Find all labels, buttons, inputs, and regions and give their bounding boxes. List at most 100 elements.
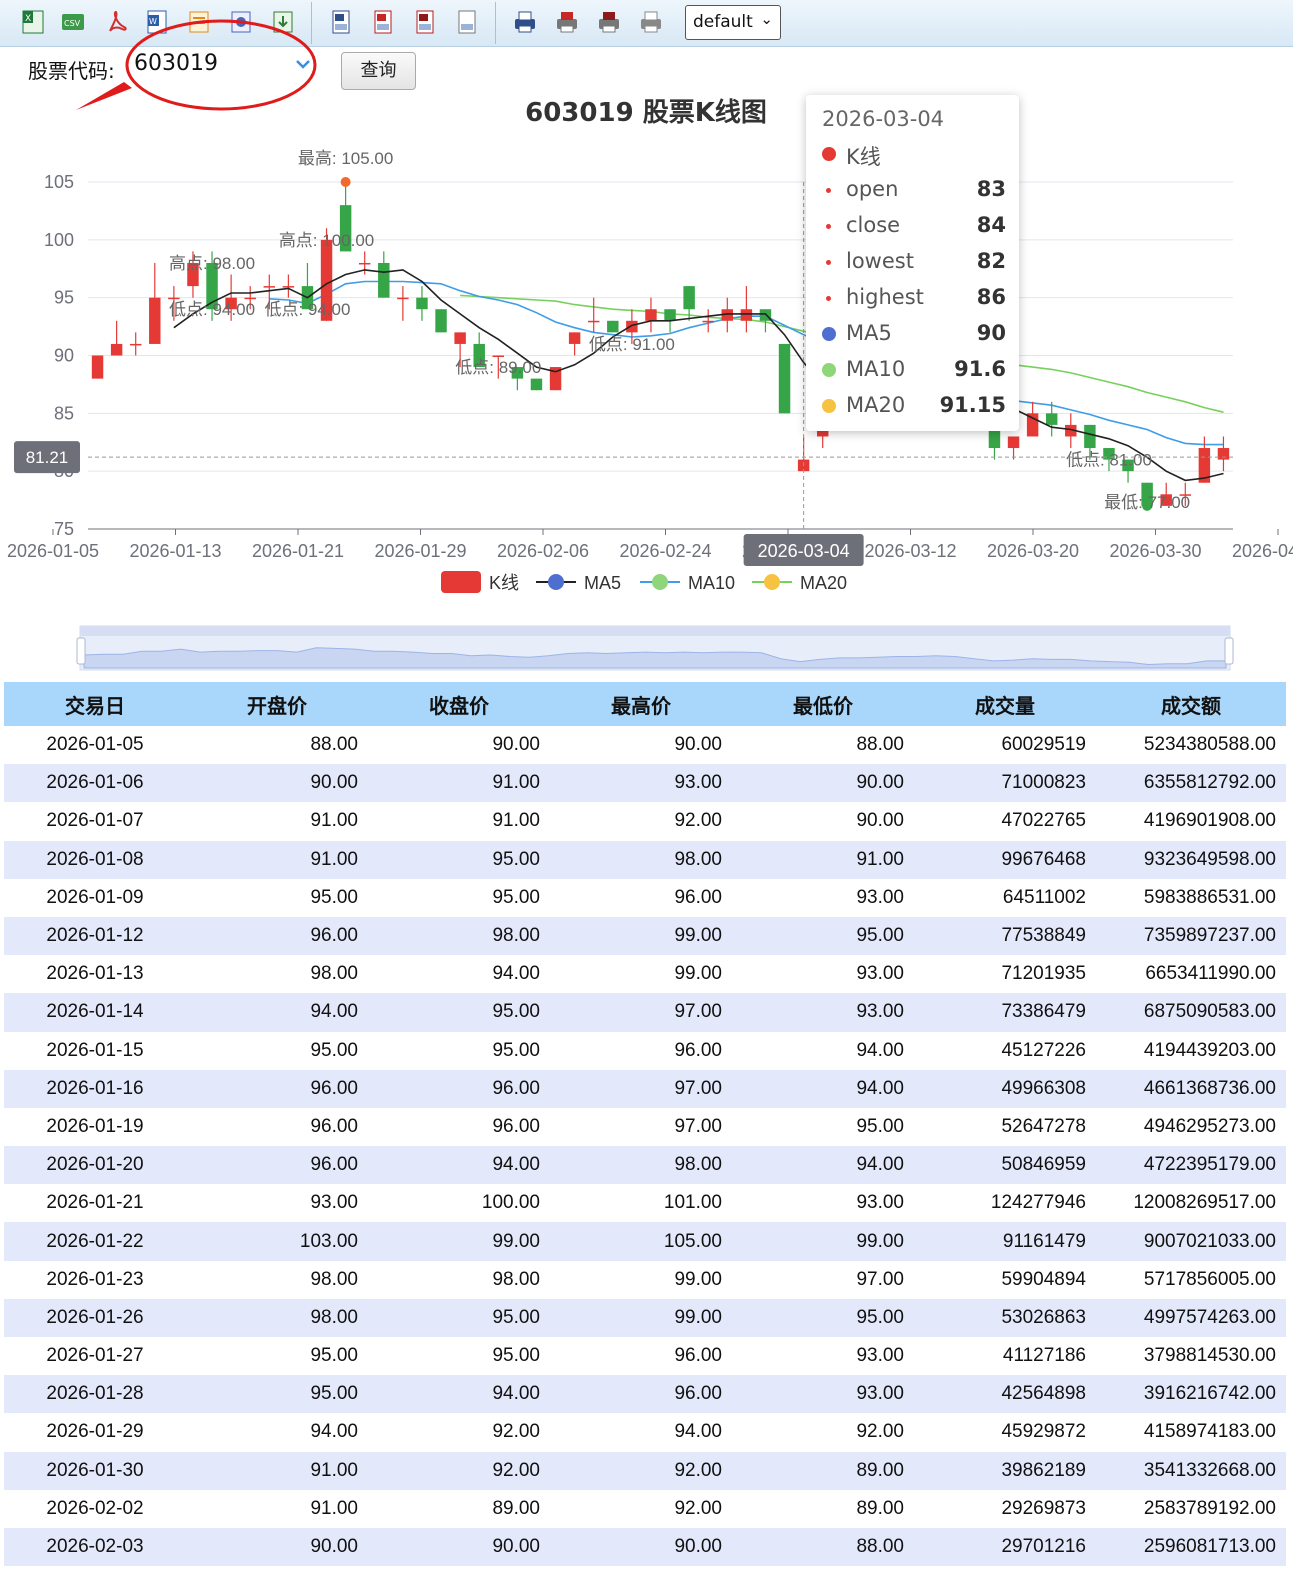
tooltip-row-name: MA5 — [846, 321, 892, 345]
table-cell: 93.00 — [732, 993, 914, 1032]
candle-body — [435, 309, 447, 333]
print-preview-a-icon[interactable] — [328, 9, 354, 35]
table-row[interactable]: 2026-02-03 90.00 90.00 90.00 88.00 29701216 25… — [4, 1527, 1286, 1567]
html-export-icon[interactable] — [186, 9, 212, 35]
excel-export-icon[interactable]: X — [20, 9, 46, 35]
column-header[interactable]: 最低价 — [732, 682, 914, 726]
candle-body — [129, 343, 142, 346]
column-header[interactable]: 最高价 — [550, 682, 732, 726]
table-row[interactable]: 2026-01-27 95.00 95.00 96.00 93.00 41127186 37… — [4, 1337, 1286, 1375]
kline-data-table: 交易日 开盘价 收盘价 最高价 最低价 成交量 成交额 2026-01-05 88… — [4, 682, 1286, 1567]
text-export-icon[interactable] — [228, 9, 254, 35]
table-row[interactable]: 2026-01-29 94.00 92.00 94.00 92.00 45929872 41… — [4, 1413, 1286, 1451]
print-preview-b-icon[interactable] — [370, 9, 396, 35]
table-row[interactable]: 2026-01-07 91.00 91.00 92.00 90.00 47022765 41… — [4, 802, 1286, 840]
pdf-export-icon[interactable] — [104, 9, 130, 35]
chart-tooltip: 2026-03-04 K线 open 83 close 84 lowest 82 hi… — [806, 95, 1019, 431]
table-cell: 91.00 — [310, 1497, 358, 1519]
table-row[interactable]: 2026-01-20 96.00 94.00 98.00 94.00 50846959 47… — [4, 1146, 1286, 1185]
table-cell: 2026-02-03 — [4, 1527, 186, 1567]
print-b-icon[interactable] — [554, 9, 580, 35]
x-tick-label: 2026-01-21 — [252, 541, 344, 561]
table-cell: 90.00 — [368, 1527, 550, 1567]
datazoom-left-handle[interactable] — [76, 637, 86, 665]
tooltip-row-value: 86 — [976, 285, 1006, 309]
print-a-icon[interactable] — [512, 9, 538, 35]
table-row[interactable]: 2026-01-05 88.00 90.00 90.00 88.00 60029519 52… — [4, 726, 1286, 764]
print-preview-d-icon[interactable] — [454, 9, 480, 35]
candle-body — [530, 378, 543, 391]
table-row[interactable]: 2026-01-21 93.00 100.00 101.00 93.00 12427794… — [4, 1184, 1286, 1222]
table-row[interactable]: 2026-01-12 96.00 98.00 99.00 95.00 77538849 73… — [4, 916, 1286, 956]
csv-export-icon[interactable]: CSV — [60, 9, 86, 35]
table-cell: 99.00 — [674, 963, 722, 985]
candle-body — [378, 262, 390, 298]
kline-chart[interactable]: 603019 股票K线图75808590951001052026-01-0520… — [0, 92, 1293, 682]
table-cell: 95.00 — [310, 886, 358, 908]
table-cell: 99.00 — [732, 1222, 914, 1261]
datazoom-right-handle[interactable] — [1224, 637, 1234, 665]
table-cell: 97.00 — [674, 1115, 722, 1137]
table-cell: 41127186 — [1002, 1345, 1086, 1367]
column-header[interactable]: 交易日 — [4, 682, 186, 726]
stock-code-combobox[interactable]: 603019 — [134, 49, 316, 79]
candle-body — [454, 332, 466, 344]
table-row[interactable]: 2026-01-08 91.00 95.00 98.00 91.00 99676468 93… — [4, 840, 1286, 879]
print-preview-c-icon[interactable] — [412, 9, 438, 35]
table-cell: 91.00 — [732, 840, 914, 879]
tooltip-row-value: 90 — [976, 321, 1006, 345]
candle-body — [683, 286, 695, 310]
print-c-icon[interactable] — [596, 9, 622, 35]
print-d-icon[interactable] — [638, 9, 664, 35]
candle-body — [607, 320, 619, 333]
table-cell: 4661368736.00 — [1096, 1069, 1286, 1108]
table-row[interactable]: 2026-01-19 96.00 96.00 97.00 95.00 52647278 49… — [4, 1108, 1286, 1146]
table-row[interactable]: 2026-01-09 95.00 95.00 96.00 93.00 64511002 59… — [4, 879, 1286, 917]
table-row[interactable]: 2026-01-16 96.00 96.00 97.00 94.00 49966308 46… — [4, 1069, 1286, 1108]
table-row[interactable]: 2026-01-06 90.00 91.00 93.00 90.00 71000823 63… — [4, 764, 1286, 803]
dropdown-arrow-icon[interactable] — [290, 51, 316, 77]
word-export-icon[interactable]: W — [144, 9, 170, 35]
table-cell: 60029519 — [1001, 734, 1086, 756]
table-row[interactable]: 2026-02-02 91.00 89.00 92.00 89.00 29269873 25… — [4, 1490, 1286, 1528]
x-tick-label: 2026-02-06 — [497, 541, 589, 561]
table-row[interactable]: 2026-01-23 98.00 98.00 99.00 97.00 59904894 57… — [4, 1261, 1286, 1299]
tooltip-row-name: highest — [846, 285, 924, 309]
table-cell: 90.00 — [186, 764, 368, 803]
table-row[interactable]: 2026-01-30 91.00 92.00 92.00 89.00 39862189 35… — [4, 1451, 1286, 1490]
table-cell: 71201935 — [1001, 963, 1086, 985]
legend-label: MA10 — [688, 573, 735, 593]
table-cell: 53026863 — [914, 1298, 1096, 1337]
table-cell: 95.00 — [732, 1298, 914, 1337]
column-header[interactable]: 开盘价 — [186, 682, 368, 726]
theme-select[interactable]: default ⌄ — [685, 5, 781, 40]
table-row[interactable]: 2026-01-22 103.00 99.00 105.00 99.00 91161479… — [4, 1222, 1286, 1261]
column-header[interactable]: 成交量 — [914, 682, 1096, 726]
table-row[interactable]: 2026-01-13 98.00 94.00 99.00 93.00 71201935 66… — [4, 955, 1286, 993]
table-cell: 99.00 — [550, 1298, 732, 1337]
table-row[interactable]: 2026-01-26 98.00 95.00 99.00 95.00 53026863 49… — [4, 1298, 1286, 1337]
table-row[interactable]: 2026-01-14 94.00 95.00 97.00 93.00 73386479 68… — [4, 993, 1286, 1032]
low-point-label: 低点: 91.00 — [589, 335, 675, 354]
stock-code-value[interactable]: 603019 — [134, 51, 218, 76]
candle-body — [91, 355, 104, 379]
download-export-icon[interactable] — [270, 9, 296, 35]
table-cell: 98.00 — [550, 1146, 732, 1185]
table-cell: 90.00 — [856, 810, 904, 832]
table-cell: 103.00 — [186, 1222, 368, 1261]
table-row[interactable]: 2026-01-28 95.00 94.00 96.00 93.00 42564898 39… — [4, 1375, 1286, 1414]
column-header[interactable]: 成交额 — [1096, 682, 1286, 726]
candle-body — [645, 309, 657, 321]
y-tick-label: 105 — [44, 172, 74, 192]
table-cell: 95.00 — [492, 886, 540, 908]
table-cell: 89.00 — [856, 1497, 904, 1519]
query-button[interactable]: 查询 — [341, 52, 416, 90]
table-cell: 2026-01-26 — [4, 1298, 186, 1337]
table-cell: 2026-01-05 — [46, 734, 144, 756]
column-header[interactable]: 收盘价 — [368, 682, 550, 726]
tooltip-row-name: open — [846, 177, 899, 201]
table-cell: 90.00 — [550, 1527, 732, 1567]
table-cell: 4722395179.00 — [1096, 1146, 1286, 1185]
table-row[interactable]: 2026-01-15 95.00 95.00 96.00 94.00 45127226 41… — [4, 1032, 1286, 1070]
low-point-label: 低点: 89.00 — [455, 358, 541, 377]
